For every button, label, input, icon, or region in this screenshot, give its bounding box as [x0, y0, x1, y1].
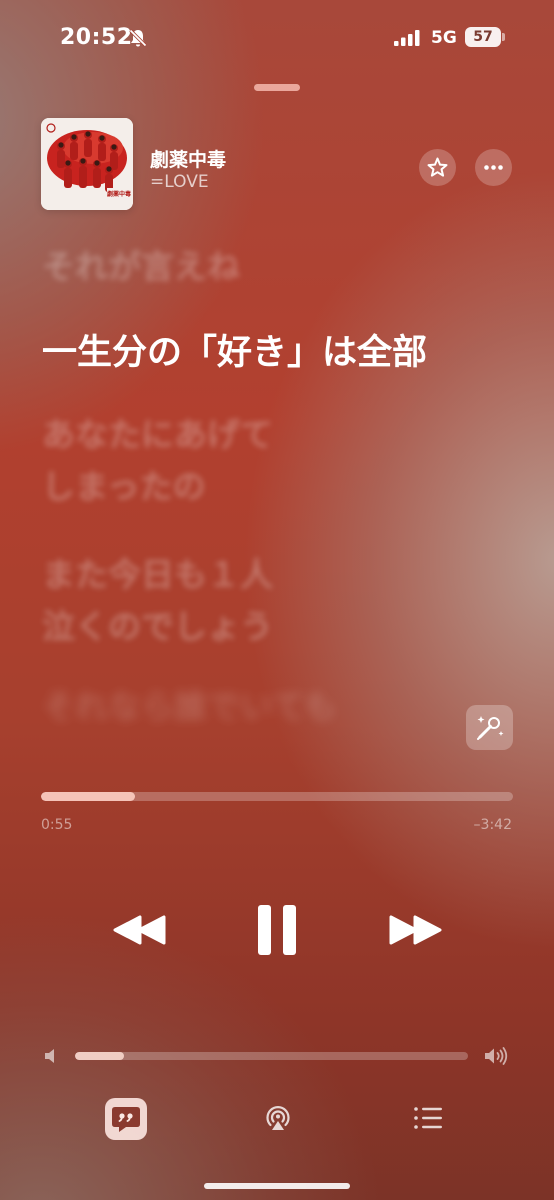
ellipsis-icon: [484, 165, 503, 170]
home-indicator[interactable]: [204, 1183, 350, 1189]
song-artist[interactable]: =LOVE: [150, 172, 209, 192]
battery-icon: 57: [465, 27, 501, 47]
volume-slider-fill: [75, 1052, 125, 1060]
playback-scrubber[interactable]: [41, 792, 513, 801]
album-artwork[interactable]: 劇薬中毒: [41, 118, 133, 210]
more-button[interactable]: [475, 149, 512, 186]
lyric-line[interactable]: それなら誰でいても: [42, 680, 336, 734]
sing-button[interactable]: [466, 705, 513, 750]
bell-slash-icon: [129, 29, 147, 47]
lyric-line[interactable]: しまったの: [42, 460, 206, 514]
playback-progress-fill: [41, 792, 136, 801]
status-bar: 20:52 5G 57: [0, 0, 554, 76]
forward-button[interactable]: [388, 912, 442, 948]
status-time: 20:52: [60, 25, 133, 50]
network-type: 5G: [431, 28, 457, 48]
lyric-line[interactable]: 泣くのでしょう: [42, 600, 273, 654]
lyric-line-current[interactable]: 一生分の「好き」は全部: [42, 326, 427, 380]
lyric-line[interactable]: また今日も１人: [42, 548, 273, 602]
signal-icon: [394, 30, 420, 46]
lyric-line[interactable]: あなたにあげて: [42, 408, 273, 462]
favorite-button[interactable]: [419, 149, 456, 186]
microphone-sparkle-icon: [477, 716, 504, 740]
volume-slider[interactable]: [75, 1052, 468, 1060]
list-icon[interactable]: [412, 1104, 444, 1132]
airplay-audio-icon[interactable]: [262, 1102, 294, 1134]
remaining-time: –3:42: [473, 817, 512, 833]
pause-button[interactable]: [256, 904, 298, 956]
speaker-high-icon: [485, 1047, 508, 1065]
backward-icon: [113, 915, 166, 945]
quote-bubble-icon: [112, 1107, 140, 1132]
rewind-button[interactable]: [113, 912, 167, 948]
song-title[interactable]: 劇薬中毒: [150, 145, 226, 172]
elapsed-time: 0:55: [41, 817, 73, 833]
speaker-low-icon: [45, 1049, 54, 1063]
lyric-line[interactable]: それが言えね: [42, 240, 240, 294]
sheet-grabber[interactable]: [254, 84, 300, 91]
forward-icon: [389, 915, 442, 945]
album-artwork-title: 劇薬中毒: [107, 191, 132, 198]
battery-tip: [502, 33, 505, 41]
pause-icon: [258, 905, 296, 955]
star-icon: [427, 157, 448, 177]
lyrics-button[interactable]: [105, 1098, 147, 1140]
